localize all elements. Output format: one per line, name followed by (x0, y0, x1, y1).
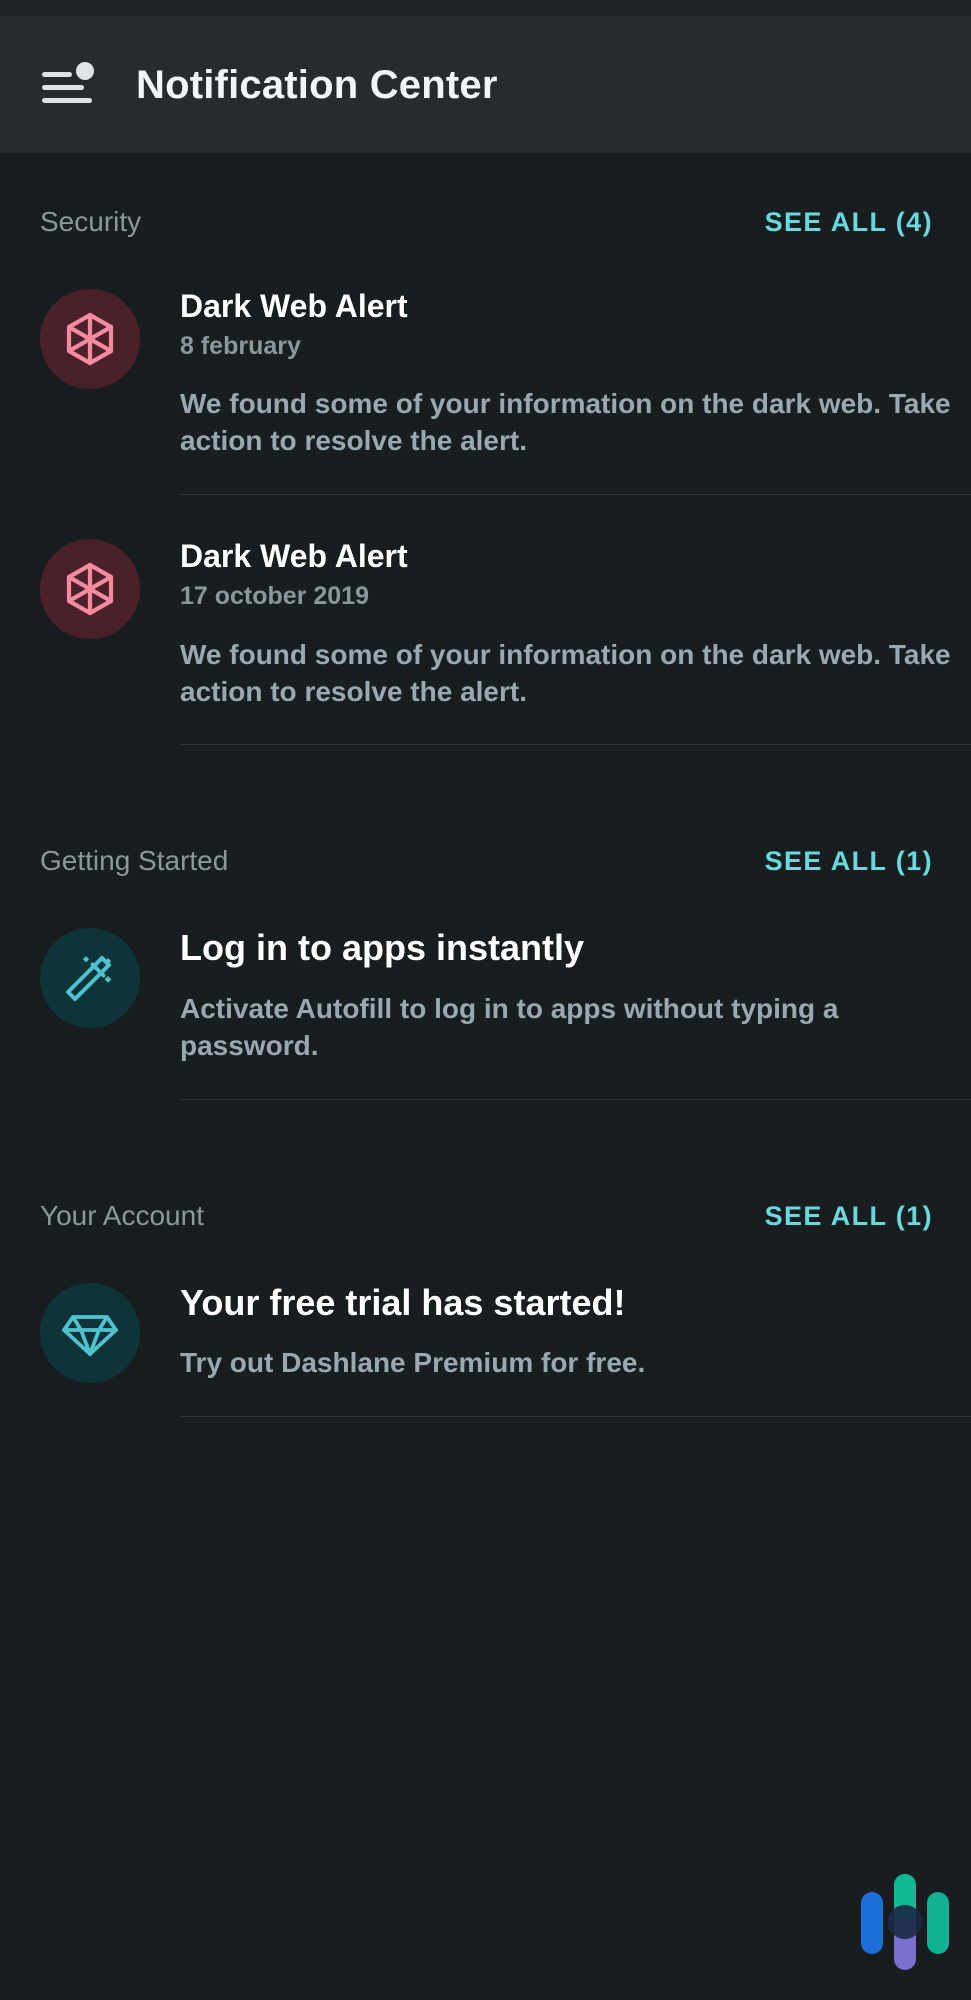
notification-title: Dark Web Alert (180, 538, 408, 575)
section-title-getting-started: Getting Started (40, 845, 229, 877)
status-bar (0, 0, 971, 16)
notification-date: 8 february (180, 331, 301, 360)
section-header-getting-started: Getting Started SEE ALL (1) (0, 847, 971, 875)
notification-title: Dark Web Alert (180, 288, 408, 324)
notification-body: Dark Web Alert 8 february We found some … (180, 288, 971, 496)
hamburger-with-badge-icon[interactable] (36, 54, 98, 116)
divider (180, 1415, 971, 1417)
section-getting-started: Getting Started SEE ALL (1) Log in to ap… (0, 847, 971, 1100)
notification-center-screen: Notification Center Security SEE ALL (4) (0, 0, 971, 2000)
section-title-your-account: Your Account (40, 1199, 204, 1231)
section-header-security: Security SEE ALL (4) (0, 208, 971, 236)
see-all-getting-started[interactable]: SEE ALL (1) (765, 848, 933, 875)
app-bar: Notification Center (0, 16, 971, 153)
see-all-your-account[interactable]: SEE ALL (1) (765, 1202, 933, 1230)
see-all-security[interactable]: SEE ALL (4) (765, 209, 933, 236)
notification-item[interactable]: Log in to apps instantly Activate Autofi… (0, 927, 971, 1100)
notification-description: We found some of your information on the… (180, 638, 951, 707)
dashlane-logo (857, 1866, 953, 1978)
notification-title: Your free trial has started! (180, 1281, 626, 1323)
divider (180, 1098, 971, 1100)
notification-date: 17 october 2019 (180, 582, 369, 611)
dark-web-hexagon-icon (40, 289, 140, 389)
divider (180, 744, 971, 746)
page-title: Notification Center (136, 62, 498, 107)
notification-item[interactable]: Your free trial has started! Try out Das… (0, 1281, 971, 1417)
notification-description: Try out Dashlane Premium for free. (180, 1347, 646, 1378)
section-title-security: Security (40, 206, 142, 237)
section-security: Security SEE ALL (4) Dark Web Alert 8 fe… (0, 208, 971, 746)
section-header-your-account: Your Account SEE ALL (1) (0, 1199, 971, 1231)
notification-item[interactable]: Dark Web Alert 8 february We found some … (0, 288, 971, 496)
notification-list: Security SEE ALL (4) Dark Web Alert 8 fe… (0, 208, 971, 1417)
notification-description: We found some of your information on the… (180, 388, 951, 457)
notification-body: Log in to apps instantly Activate Autofi… (180, 927, 971, 1100)
notification-body: Your free trial has started! Try out Das… (180, 1281, 971, 1417)
notification-description: Activate Autofill to log in to apps with… (180, 992, 839, 1061)
diamond-icon (40, 1282, 140, 1383)
magic-wand-icon (40, 928, 140, 1029)
notification-body: Dark Web Alert 17 october 2019 We found … (180, 538, 971, 746)
notification-title: Log in to apps instantly (180, 927, 584, 969)
notification-item[interactable]: Dark Web Alert 17 october 2019 We found … (0, 538, 971, 746)
dark-web-hexagon-icon (40, 539, 140, 640)
section-your-account: Your Account SEE ALL (1) Your free trial… (0, 1199, 971, 1417)
divider (180, 494, 971, 496)
